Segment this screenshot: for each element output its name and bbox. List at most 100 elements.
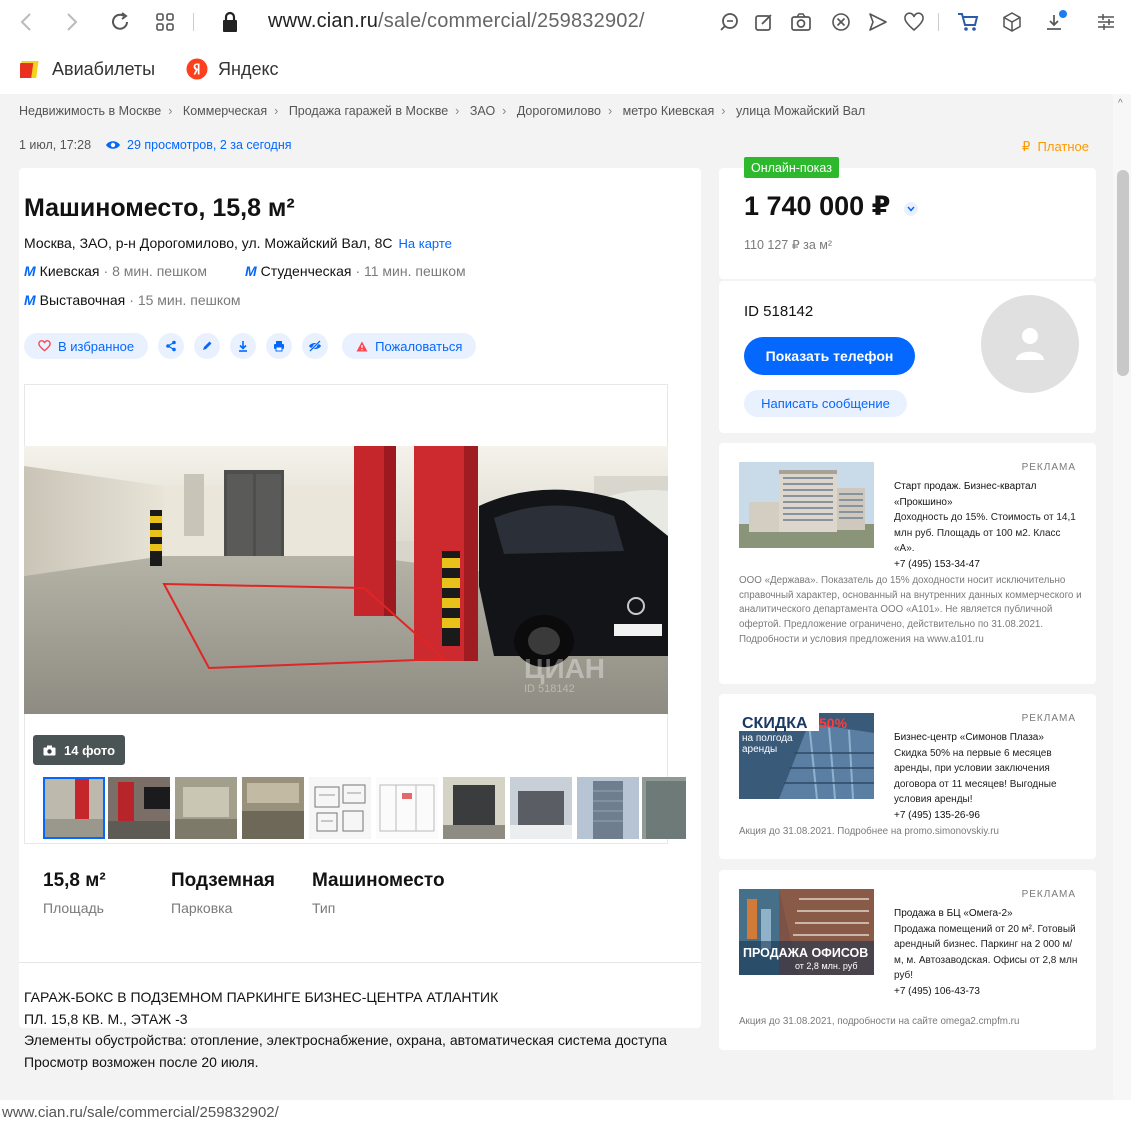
aviabilety-logo-icon xyxy=(20,61,39,78)
metro-icon: M xyxy=(24,263,36,279)
ad-image-subtitle: аренды xyxy=(742,744,777,755)
photo-thumbnail[interactable] xyxy=(376,777,438,839)
search-page-icon[interactable] xyxy=(717,10,741,34)
bookmark-label: Яндекс xyxy=(218,58,279,79)
status-url: www.cian.ru/sale/commercial/259832902/ xyxy=(2,1104,279,1121)
scrollbar-thumb[interactable] xyxy=(1117,170,1129,376)
printer-icon xyxy=(274,341,285,352)
ad-footer: Акция до 31.08.2021. Подробнее на promo.… xyxy=(739,826,999,837)
photo-thumbnail[interactable] xyxy=(510,777,572,839)
print-button[interactable] xyxy=(266,333,293,359)
reload-icon[interactable] xyxy=(108,10,132,34)
breadcrumb-item[interactable]: метро Киевская xyxy=(623,104,715,118)
breadcrumb-item[interactable]: Коммерческая xyxy=(183,104,267,118)
metro-time: · 11 мин. пешком xyxy=(355,263,466,279)
complain-button[interactable]: Пожаловаться xyxy=(342,333,477,359)
download-button[interactable] xyxy=(230,333,257,359)
photo-thumbnail[interactable] xyxy=(108,777,170,839)
listing-address: Москва, ЗАО, р-н Дорогомилово, ул. Можай… xyxy=(24,235,452,251)
heart-icon[interactable] xyxy=(902,10,926,34)
breadcrumb-item[interactable]: Дорогомилово xyxy=(517,104,601,118)
ad-phone[interactable]: +7 (495) 106-43-73 xyxy=(894,984,1080,1000)
views-link[interactable]: 29 просмотров, 2 за сегодня xyxy=(127,138,292,152)
metro-station[interactable]: M Киевская · 8 мин. пешком xyxy=(24,263,207,279)
price-history-toggle[interactable] xyxy=(904,202,918,216)
metro-station[interactable]: M Студенческая · 11 мин. пешком xyxy=(245,263,466,279)
map-link[interactable]: На карте xyxy=(398,236,451,251)
photo-thumbnail[interactable] xyxy=(43,777,105,839)
ad-title: Бизнес-центр «Симонов Плаза» xyxy=(894,732,1044,743)
address-bar[interactable]: www.cian.ru/sale/commercial/259832902/ xyxy=(268,10,645,33)
yandex-logo-icon xyxy=(186,58,208,80)
ad-card[interactable]: РЕКЛАМА СКИДКА 50% на полгода аренды Биз… xyxy=(719,694,1096,859)
breadcrumb-item[interactable]: Недвижимость в Москве xyxy=(19,104,161,118)
adblock-icon[interactable] xyxy=(829,10,853,34)
settings-sliders-icon[interactable] xyxy=(1094,10,1118,34)
edit-button[interactable] xyxy=(194,333,221,359)
favorite-button[interactable]: В избранное xyxy=(24,333,149,359)
ad-card[interactable]: РЕКЛАМА Старт продаж. Бизнес-квартал «Пр… xyxy=(719,443,1096,684)
avatar[interactable] xyxy=(981,295,1079,393)
chevron-down-icon xyxy=(907,206,915,212)
metro-time: · 15 мин. пешком xyxy=(129,292,241,308)
bookmarks-bar: Авиабилеты Яндекс xyxy=(0,52,1131,88)
breadcrumb-item[interactable]: ЗАО xyxy=(470,104,495,118)
photo-thumbnail[interactable] xyxy=(577,777,639,839)
toolbar-divider xyxy=(193,13,194,31)
scroll-up-arrow-icon[interactable]: ^ xyxy=(1118,98,1123,109)
ad-image xyxy=(739,462,874,548)
stat-value: Машиноместо xyxy=(312,870,445,891)
ad-phone[interactable]: +7 (495) 135-26-96 xyxy=(894,808,1080,824)
photo-watermark: ЦИАН xyxy=(524,653,605,684)
cart-icon[interactable] xyxy=(956,10,980,34)
send-icon[interactable] xyxy=(866,10,890,34)
price-value: 1 740 000 ₽ xyxy=(744,191,891,221)
bookmark-label: Авиабилеты xyxy=(52,58,156,79)
camera-icon[interactable] xyxy=(789,10,813,34)
status-bar: www.cian.ru/sale/commercial/259832902/ xyxy=(0,1100,1131,1124)
breadcrumb-item[interactable]: Продажа гаражей в Москве xyxy=(289,104,448,118)
lock-icon[interactable] xyxy=(218,10,242,34)
publish-date: 1 июл, 17:28 xyxy=(19,138,92,152)
ad-tag: РЕКЛАМА xyxy=(1021,889,1076,900)
stat-type: Машиноместо Тип xyxy=(312,870,445,916)
ad-phone[interactable]: +7 (495) 153-34-47 xyxy=(894,557,1080,573)
url-path: /sale/commercial/259832902/ xyxy=(378,10,645,32)
box-icon[interactable] xyxy=(1000,10,1024,34)
photo-watermark-id: ID 518142 xyxy=(524,683,575,695)
section-divider xyxy=(19,962,701,963)
photo-thumbnail[interactable] xyxy=(443,777,505,839)
hide-button[interactable] xyxy=(302,333,329,359)
description-line: ГАРАЖ-БОКС В ПОДЗЕМНОМ ПАРКИНГЕ БИЗНЕС-Ц… xyxy=(24,989,499,1005)
toolbar-divider xyxy=(938,13,939,31)
main-photo[interactable]: ЦИАН ID 518142 xyxy=(24,446,668,714)
share-button[interactable] xyxy=(158,333,185,359)
tabs-grid-icon[interactable] xyxy=(153,10,177,34)
metro-name: Киевская xyxy=(39,263,100,279)
metro-station[interactable]: M Выставочная · 15 мин. пешком xyxy=(24,292,241,308)
listing-description: ГАРАЖ-БОКС В ПОДЗЕМНОМ ПАРКИНГЕ БИЗНЕС-Ц… xyxy=(24,987,674,1073)
ad-footer: Акция до 31.08.2021, подробности на сайт… xyxy=(739,1016,1020,1027)
ad-title: Продажа в БЦ «Омега-2» xyxy=(894,908,1013,919)
paid-badge[interactable]: ₽ Платное xyxy=(1022,139,1089,155)
edit-page-icon[interactable] xyxy=(752,10,776,34)
bookmark-aviabilety[interactable]: Авиабилеты xyxy=(20,58,155,80)
show-phone-button[interactable]: Показать телефон xyxy=(744,337,915,375)
bookmark-yandex[interactable]: Яндекс xyxy=(186,58,279,80)
stat-label: Площадь xyxy=(43,900,104,916)
photo-thumbnail[interactable] xyxy=(175,777,237,839)
photo-count-button[interactable]: 14 фото xyxy=(33,735,126,765)
forward-icon[interactable] xyxy=(60,10,84,34)
ad-image-subtitle: от 2,8 млн. руб xyxy=(795,961,858,971)
write-message-button[interactable]: Написать сообщение xyxy=(744,390,907,417)
browser-toolbar: www.cian.ru/sale/commercial/259832902/ xyxy=(0,0,1131,44)
breadcrumb-item[interactable]: улица Можайский Вал xyxy=(736,104,865,118)
photo-thumbnail[interactable] xyxy=(242,777,304,839)
pencil-icon xyxy=(203,341,212,350)
ad-card[interactable]: РЕКЛАМА ПРОДАЖА ОФИСОВ от 2,8 млн. руб П… xyxy=(719,870,1096,1050)
download-icon[interactable] xyxy=(1044,10,1068,34)
ad-body: Доходность до 15%. Стоимость от 14,1 млн… xyxy=(894,512,1076,554)
photo-thumbnail[interactable] xyxy=(309,777,371,839)
photo-thumbnail[interactable] xyxy=(642,777,686,839)
back-icon[interactable] xyxy=(14,10,38,34)
